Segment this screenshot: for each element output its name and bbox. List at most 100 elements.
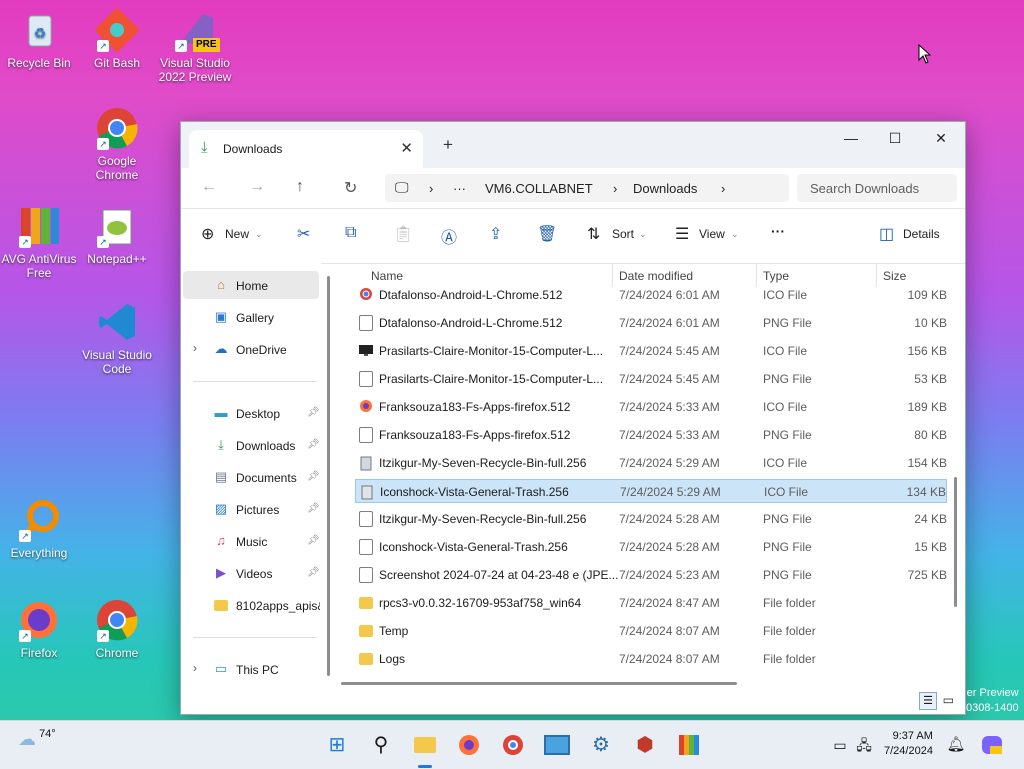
column-header-size[interactable]: Size — [883, 269, 906, 283]
sort-button[interactable]: Sort — [612, 227, 634, 241]
details-button[interactable]: Details — [903, 227, 940, 241]
table-row[interactable]: Screenshot 2024-07-24 at 04-23-48 e (JPE… — [355, 563, 947, 587]
details-view-icon[interactable]: ☰ — [919, 692, 937, 710]
new-tab-button[interactable]: + — [443, 135, 453, 155]
column-header-date-modified[interactable]: Date modified — [619, 269, 693, 283]
sidebar-item-this-pc[interactable]: › ▭ This PC — [183, 655, 319, 683]
start-button-icon[interactable]: ⊞ — [323, 731, 351, 759]
view-button[interactable]: View — [699, 227, 725, 241]
app-icon[interactable]: ⬢ — [631, 731, 659, 759]
monitor-file-icon — [359, 343, 373, 359]
delete-icon[interactable]: 🗑︎ — [537, 224, 557, 244]
firefox-icon[interactable] — [455, 731, 483, 759]
desktop-icon-firefox[interactable]: ↗ Firefox — [1, 598, 77, 660]
table-row[interactable]: Iconshock-Vista-General-Trash.256 7/24/2… — [355, 535, 947, 559]
divider — [193, 637, 317, 638]
copy-icon[interactable]: ⧉ — [345, 224, 356, 242]
breadcrumb-vm6-collabnet[interactable]: VM6.COLLABNET — [485, 181, 593, 196]
forward-arrow-icon[interactable]: → — [249, 178, 265, 196]
avg-icon[interactable] — [675, 731, 703, 759]
column-header-name[interactable]: Name — [371, 269, 403, 283]
table-row[interactable]: Itzikgur-My-Seven-Recycle-Bin-full.256 7… — [355, 451, 947, 475]
share-icon[interactable]: ⇪ — [489, 224, 502, 244]
table-row[interactable]: Dtafalonso-Android-L-Chrome.512 7/24/202… — [355, 283, 947, 307]
remote-desktop-icon[interactable] — [543, 731, 571, 759]
close-window-button[interactable]: ✕ — [919, 126, 963, 150]
table-row[interactable]: rpcs3-v0.0.32-16709-953af758_win64 7/24/… — [355, 591, 947, 615]
settings-gear-icon[interactable]: ⚙ — [587, 731, 615, 759]
file-explorer-icon[interactable] — [411, 731, 439, 759]
sidebar-item-gallery[interactable]: ▣ Gallery — [183, 303, 319, 331]
more-options-button[interactable]: ··· — [771, 223, 785, 239]
maximize-button[interactable]: ☐ — [873, 126, 917, 150]
desktop-icon-notepadpp[interactable]: ↗ Notepad++ — [79, 204, 155, 266]
breadcrumb-downloads[interactable]: Downloads — [633, 181, 697, 196]
table-row[interactable]: Temp 7/24/2024 8:07 AM File folder — [355, 619, 947, 643]
chrome-icon[interactable] — [499, 731, 527, 759]
refresh-icon[interactable]: ↻ — [344, 178, 357, 198]
minimize-button[interactable]: — — [829, 126, 873, 150]
copilot-icon[interactable] — [978, 731, 1006, 759]
tab-downloads[interactable]: ⤓ Downloads ✕ — [189, 130, 423, 168]
chevron-right-icon[interactable]: › — [193, 341, 197, 355]
new-button[interactable]: New — [225, 227, 249, 241]
weather-widget[interactable]: ☁ 74° — [18, 728, 56, 750]
table-row[interactable]: Dtafalonso-Android-L-Chrome.512 7/24/202… — [355, 311, 947, 335]
pin-icon: 📌︎ — [307, 407, 320, 418]
table-row[interactable]: Prasilarts-Claire-Monitor-15-Computer-L.… — [355, 339, 947, 363]
back-arrow-icon[interactable]: ← — [201, 178, 217, 196]
desktop-icon-vscode[interactable]: Visual Studio Code — [79, 300, 155, 376]
onedrive-icon: ☁ — [214, 341, 228, 356]
paste-icon[interactable]: 📋︎ — [393, 224, 413, 244]
pin-icon: 📌︎ — [307, 503, 320, 514]
table-row-selected[interactable]: Iconshock-Vista-General-Trash.256 7/24/2… — [355, 479, 947, 503]
table-row[interactable]: Itzikgur-My-Seven-Recycle-Bin-full.256 7… — [355, 507, 947, 531]
sidebar-scrollbar[interactable] — [327, 276, 330, 676]
sort-icon[interactable]: ⇅ — [587, 224, 600, 244]
close-tab-icon[interactable]: ✕ — [400, 139, 413, 157]
address-more[interactable]: ··· — [453, 181, 466, 196]
sidebar-item-downloads[interactable]: ⤓ Downloads 📌︎ — [183, 431, 320, 459]
view-toggle: ☰ ▭ — [919, 692, 956, 710]
desktop-icon-avg[interactable]: ↗ AVG AntiVirus Free — [1, 204, 77, 280]
sidebar-item-home[interactable]: ⌂ Home — [183, 271, 319, 299]
address-bar[interactable]: 🖵 › ··· VM6.COLLABNET › Downloads › — [385, 174, 789, 202]
sidebar-item-documents[interactable]: ▤ Documents 📌︎ — [183, 463, 320, 491]
up-arrow-icon[interactable]: ↑ — [296, 178, 304, 196]
cut-icon[interactable]: ✂ — [297, 224, 310, 244]
chevron-down-icon: ⌄ — [731, 229, 739, 239]
search-input[interactable]: Search Downloads — [797, 174, 957, 202]
notification-bell-icon[interactable]: 🔔︎ — [942, 731, 970, 759]
details-pane-icon[interactable]: ◫ — [879, 224, 894, 244]
sidebar-item-pictures[interactable]: ▨ Pictures 📌︎ — [183, 495, 320, 523]
table-row[interactable]: Logs 7/24/2024 8:07 AM File folder — [355, 647, 947, 671]
system-clock[interactable]: 9:37 AM 7/24/2024 — [884, 729, 933, 759]
sidebar-item-onedrive[interactable]: › ☁ OneDrive — [183, 335, 319, 363]
desktop-icon-chrome[interactable]: ↗ Chrome — [79, 598, 155, 660]
chevron-right-icon[interactable]: › — [193, 661, 197, 675]
sidebar-item-videos[interactable]: ▶ Videos 📌︎ — [183, 559, 320, 587]
sidebar-item-desktop[interactable]: ▬ Desktop 📌︎ — [183, 399, 320, 427]
horizontal-scrollbar[interactable] — [341, 682, 737, 685]
sidebar-item-8102apps[interactable]: 8102apps_apis& — [183, 591, 320, 619]
taskbar: ☁ 74° ⊞ ⚲ ⚙ ⬢ ▭ 🖧 9:37 AM 7/24/2024 🔔︎ — [0, 720, 1024, 769]
plus-circle-icon[interactable]: ⊕ — [201, 224, 214, 244]
desktop-icon-recycle-bin[interactable]: ♻ Recycle Bin — [1, 8, 77, 70]
desktop-icon-git-bash[interactable]: ↗ Git Bash — [79, 7, 155, 70]
rename-icon[interactable]: Ⓐ — [441, 224, 457, 248]
table-row[interactable]: Prasilarts-Claire-Monitor-15-Computer-L.… — [355, 367, 947, 391]
column-header-type[interactable]: Type — [763, 269, 789, 283]
sidebar-item-music[interactable]: ♫ Music 📌︎ — [183, 527, 320, 555]
desktop-icon-everything[interactable]: ↗ Everything — [1, 498, 77, 560]
desktop-icon-google-chrome[interactable]: ↗ Google Chrome — [79, 106, 155, 182]
table-row[interactable]: Franksouza183-Fs-Apps-firefox.512 7/24/2… — [355, 423, 947, 447]
network-icon[interactable]: 🖧 — [850, 731, 878, 759]
tiles-view-icon[interactable]: ▭ — [940, 692, 956, 708]
vscode-icon — [95, 300, 139, 344]
view-icon[interactable]: ☰ — [675, 224, 689, 244]
this-pc-icon: ▭ — [214, 661, 228, 676]
vertical-scrollbar[interactable] — [954, 477, 957, 607]
desktop-icon-visual-studio[interactable]: PRE ↗ Visual Studio 2022 Preview — [157, 8, 233, 84]
search-icon[interactable]: ⚲ — [367, 731, 395, 759]
table-row[interactable]: Franksouza183-Fs-Apps-firefox.512 7/24/2… — [355, 395, 947, 419]
